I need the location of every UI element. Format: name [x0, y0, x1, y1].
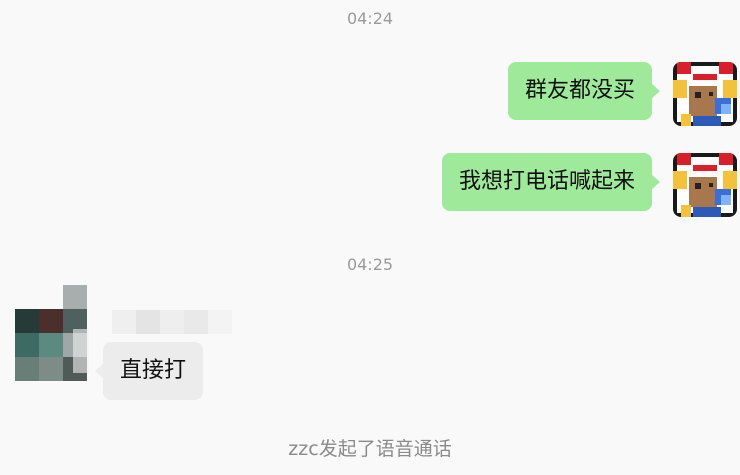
message-bubble-outgoing[interactable]: 我想打电话喊起来: [441, 153, 661, 211]
avatar-image: [15, 285, 89, 381]
sender-name-redacted: [112, 306, 232, 336]
avatar-self[interactable]: [673, 62, 737, 126]
message-text: 我想打电话喊起来: [458, 169, 635, 194]
avatar-other[interactable]: [15, 285, 89, 381]
avatar-image: [673, 62, 737, 126]
system-notice-voice-call: zzc发起了语音通话: [288, 438, 452, 460]
message-bubble-outgoing[interactable]: 群友都没买: [507, 62, 661, 120]
message-text: 直接打: [120, 358, 187, 383]
redacted-blur: [112, 310, 232, 334]
message-text: 群友都没买: [524, 78, 635, 103]
avatar-image: [673, 153, 737, 217]
timestamp: 04:24: [346, 9, 394, 28]
avatar-self[interactable]: [673, 153, 737, 217]
message-bubble-incoming[interactable]: 直接打: [94, 342, 204, 400]
timestamp: 04:25: [346, 255, 394, 274]
